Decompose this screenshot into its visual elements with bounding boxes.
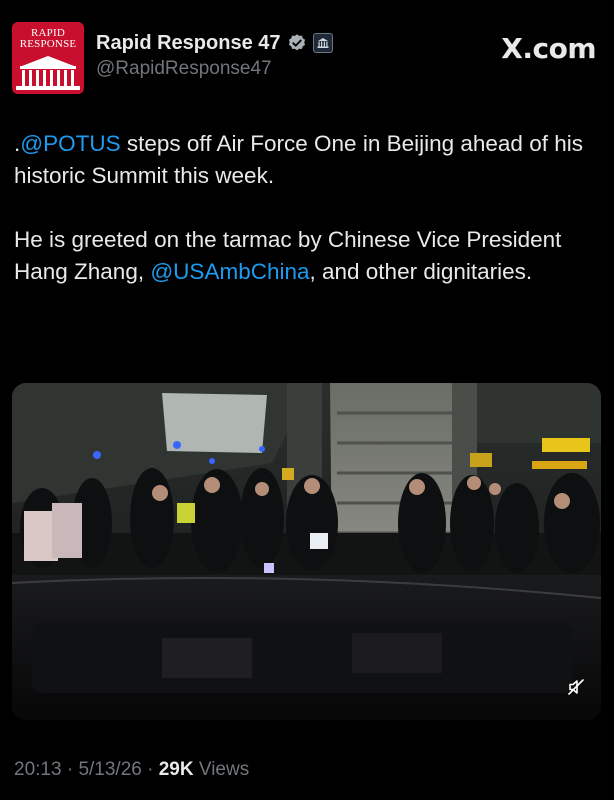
tweet-paragraph-1: .@POTUS steps off Air Force One in Beiji… bbox=[14, 128, 604, 192]
avatar-logo-text: RAPID RESPONSE bbox=[19, 27, 77, 50]
tweet-header: RAPID RESPONSE Rapid Response 47 @RapidR… bbox=[0, 0, 614, 100]
profile-avatar[interactable]: RAPID RESPONSE bbox=[12, 22, 84, 94]
white-house-logo-icon bbox=[16, 56, 80, 90]
user-handle[interactable]: @RapidResponse47 bbox=[96, 58, 272, 80]
tweet-meta: 20:13 · 5/13/26 · 29K Views bbox=[14, 759, 249, 781]
mention-potus[interactable]: @POTUS bbox=[20, 131, 120, 156]
views-label: Views bbox=[198, 759, 250, 780]
mute-toggle-button[interactable] bbox=[560, 671, 592, 703]
display-name[interactable]: Rapid Response 47 bbox=[96, 32, 281, 55]
video-frame bbox=[12, 383, 601, 720]
affiliate-emblem-icon bbox=[317, 38, 329, 48]
tweet-paragraph-2: He is greeted on the tarmac by Chinese V… bbox=[14, 224, 604, 288]
meta-separator: · bbox=[66, 759, 74, 780]
muted-speaker-icon bbox=[568, 679, 584, 695]
x-com-brand: X.com bbox=[501, 32, 596, 65]
tweet-text: .@POTUS steps off Air Force One in Beiji… bbox=[14, 128, 604, 288]
mention-usambchina[interactable]: @USAmbChina bbox=[150, 259, 309, 284]
meta-separator: · bbox=[147, 759, 154, 780]
white-house-badge-icon[interactable] bbox=[312, 33, 333, 53]
video-player[interactable] bbox=[12, 383, 601, 720]
name-row: Rapid Response 47 bbox=[96, 30, 333, 56]
views-count: 29K bbox=[158, 759, 194, 780]
tweet-date[interactable]: 5/13/26 bbox=[78, 759, 141, 780]
verified-badge-icon bbox=[288, 34, 305, 51]
tweet-text-3: , and other dignitaries. bbox=[309, 259, 533, 284]
tweet-time[interactable]: 20:13 bbox=[14, 759, 62, 780]
